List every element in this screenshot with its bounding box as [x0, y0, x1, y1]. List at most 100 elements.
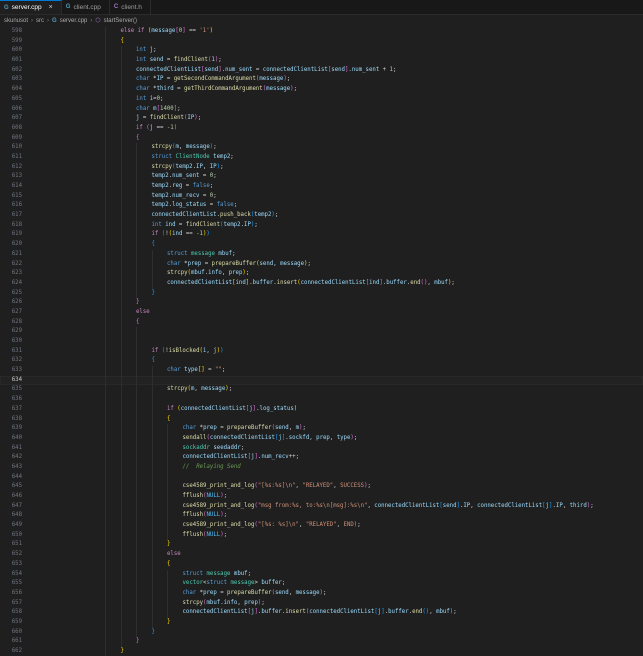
- code-line[interactable]: 606 char m[1400];: [0, 104, 643, 115]
- indent-guide: [120, 230, 122, 241]
- code-line[interactable]: 641 sockaddr seedaddr;: [0, 443, 643, 454]
- code-line[interactable]: 646 fflush(NULL);: [0, 492, 643, 502]
- indent-guide: [120, 424, 122, 434]
- code-line[interactable]: 656 char *prep = prepareBuffer(send, mess…: [0, 588, 643, 599]
- code-line[interactable]: 601 int send = findClient(1);: [0, 56, 643, 66]
- code-line[interactable]: 627 else: [0, 307, 643, 318]
- indent-guide: [120, 385, 122, 396]
- code-line[interactable]: 640 sendall(connectedClientList[j].sockfd…: [0, 433, 643, 444]
- code-line[interactable]: 615 temp2.num_recv = 0;: [0, 191, 643, 202]
- code-line[interactable]: 602 connectedClientList[send].num_sent = …: [0, 65, 643, 76]
- code-line[interactable]: 651}: [0, 540, 643, 551]
- code-line[interactable]: 657 strcpy(mbuf.info, prep);: [0, 598, 643, 609]
- chevron-right-icon: ›: [90, 17, 93, 24]
- code-line[interactable]: 659}: [0, 617, 643, 628]
- code-line[interactable]: 622 char *prep = prepareBuffer(send, mess…: [0, 259, 643, 270]
- code-line[interactable]: 654 struct message mbuf;: [0, 569, 643, 580]
- tab-server-cpp[interactable]: Gserver.cpp ×: [0, 0, 62, 14]
- code-line[interactable]: 625}: [0, 288, 643, 299]
- code-line[interactable]: 621 struct message mbuf;: [0, 249, 643, 260]
- code-line[interactable]: 616 temp2.log_status = false;: [0, 201, 643, 212]
- code-line[interactable]: 639 char *prep = prepareBuffer(send, m);: [0, 424, 643, 434]
- line-number: 614: [11, 183, 22, 189]
- code-line[interactable]: 610 strcpy(m, message);: [0, 143, 643, 153]
- code-line[interactable]: 611 struct ClientNode temp2;: [0, 152, 643, 163]
- code-line[interactable]: 628 {: [0, 317, 643, 328]
- code-line[interactable]: 603 char *IP = getSecondCommandArgument(m…: [0, 75, 643, 86]
- indent-guide: [120, 346, 122, 357]
- code-line[interactable]: 626}: [0, 298, 643, 308]
- code-token: message: [230, 580, 255, 587]
- code-token: }: [151, 289, 155, 296]
- code-line[interactable]: 619 if (!(ind == -1)): [0, 230, 643, 241]
- close-icon[interactable]: ×: [49, 4, 53, 11]
- line-number: 626: [11, 299, 22, 306]
- code-line[interactable]: 633 char type[] = "";: [0, 366, 643, 376]
- code-line[interactable]: 612 strcpy(temp2.IP, IP);: [0, 162, 643, 173]
- code-line[interactable]: 609 {: [0, 133, 643, 144]
- code-line[interactable]: 636: [0, 395, 643, 405]
- tab-client-cpp[interactable]: Gclient.cpp: [61, 0, 110, 14]
- code-line[interactable]: 630: [0, 337, 643, 347]
- breadcrumb-file[interactable]: server.cpp: [60, 18, 88, 24]
- code-line[interactable]: 623 strcpy(mbuf.info, prep);: [0, 269, 643, 279]
- code-line[interactable]: 618 int ind = findClient(temp2.IP);: [0, 220, 643, 231]
- tab-label: client.h: [121, 3, 142, 11]
- code-line[interactable]: 648 fflush(NULL);: [0, 511, 643, 522]
- code-line[interactable]: 598 else if (message[0] == '1'): [0, 27, 643, 37]
- code-token: =: [173, 86, 184, 93]
- code-token: message: [295, 589, 320, 596]
- code-line[interactable]: 645 cse4589_print_and_log("[%s:%s]\n", "R…: [0, 482, 643, 492]
- code-line[interactable]: 629: [0, 327, 643, 337]
- code-line[interactable]: 632 {: [0, 356, 643, 367]
- indent-guide: [167, 472, 168, 483]
- code-line[interactable]: 650 fflush(NULL);: [0, 530, 643, 541]
- code-line[interactable]: 660}: [0, 627, 643, 638]
- code-line[interactable]: 617 connectedClientList.push_back(temp2);: [0, 211, 643, 221]
- code-line[interactable]: 599 {: [0, 36, 643, 47]
- code-line[interactable]: 644: [0, 472, 643, 483]
- line-number: 602: [11, 66, 22, 73]
- code-line[interactable]: 624 connectedClientList[ind].buffer.inser…: [0, 278, 643, 289]
- code-line[interactable]: 631 if (!isBlocked(i, j)): [0, 346, 643, 357]
- code-token: prepareBuffer: [211, 260, 257, 267]
- code-token: char: [136, 105, 150, 112]
- code-line[interactable]: 604 char *third = getThirdCommandArgument…: [0, 85, 643, 95]
- code-token: NULL: [206, 493, 221, 499]
- code-line[interactable]: 614 temp2.reg = false;: [0, 182, 643, 192]
- code-line[interactable]: 661}: [0, 637, 643, 647]
- code-line[interactable]: 608 if (j == -1): [0, 123, 643, 134]
- code-text: // Relaying Send: [183, 463, 241, 473]
- line-number: 613: [11, 173, 22, 180]
- code-line[interactable]: 607 j = findClient(IP);: [0, 114, 643, 124]
- code-line[interactable]: 634: [0, 375, 643, 386]
- tab-client-h[interactable]: Cclient.h: [109, 0, 151, 14]
- code-line[interactable]: 649 cse4589_print_and_log("[%s: %s]\n", "…: [0, 521, 643, 531]
- indent-guide: [105, 27, 106, 37]
- code-editor[interactable]: 598 else if (message[0] == '1') 599 {600 int…: [0, 27, 643, 656]
- code-line[interactable]: 642 connectedClientList[j].num_recv++;: [0, 453, 643, 463]
- code-line[interactable]: 662}: [0, 647, 643, 656]
- breadcrumb-folder[interactable]: skunusot: [4, 18, 28, 24]
- code-line[interactable]: 643 // Relaying Send: [0, 462, 643, 473]
- code-line[interactable]: 658 connectedClientList[j].buffer.insert(…: [0, 608, 643, 618]
- breadcrumb-symbol[interactable]: startServer(): [104, 18, 137, 24]
- indent-guide: [120, 404, 122, 415]
- code-token: connectedClientList: [209, 434, 275, 441]
- code-line[interactable]: 653 {: [0, 559, 643, 570]
- code-line[interactable]: 647 cse4589_print_and_log("msg from:%s, t…: [0, 501, 643, 512]
- code-token: else: [136, 308, 150, 315]
- code-line[interactable]: 600 int j;: [0, 46, 643, 57]
- code-line[interactable]: 613 temp2.num_sent = 0;: [0, 172, 643, 182]
- code-line[interactable]: 655 vector<struct message> buffer;: [0, 579, 643, 589]
- code-line[interactable]: 638 {: [0, 414, 643, 425]
- code-line[interactable]: 635 strcpy(m, message);: [0, 385, 643, 396]
- line-number: 634: [11, 376, 22, 383]
- code-line[interactable]: 620 {: [0, 240, 643, 250]
- breadcrumb-src[interactable]: src: [36, 18, 44, 24]
- code-line[interactable]: 637 if (connectedClientList[j].log_status…: [0, 404, 643, 415]
- tab-label: server.cpp: [11, 4, 42, 11]
- code-line[interactable]: 652 else: [0, 550, 643, 560]
- code-text: strcpy(mbuf.info, prep);: [167, 269, 249, 279]
- code-line[interactable]: 605 int i=0;: [0, 94, 643, 105]
